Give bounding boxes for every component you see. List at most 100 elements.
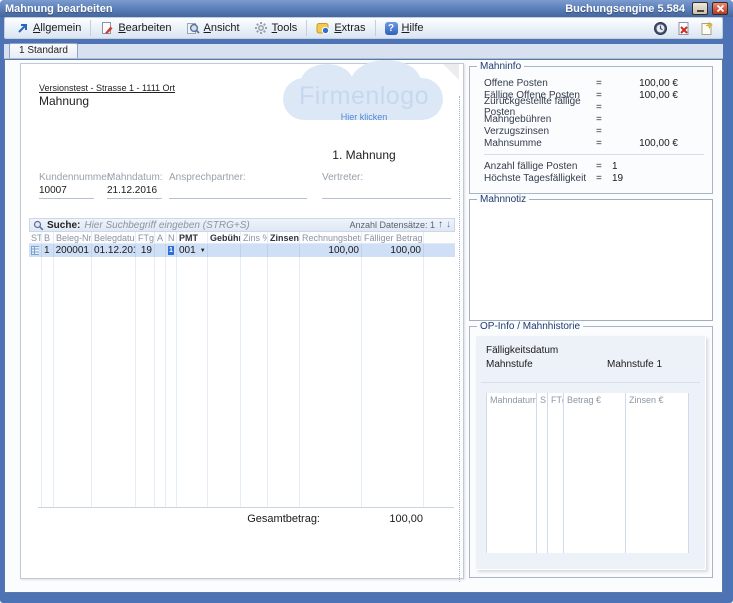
edit-document-icon [100,21,114,35]
total-value: 100,00 [363,513,423,525]
cell-n[interactable]: 1 [166,244,177,257]
mahninfo-panel: Mahninfo Offene Posten = 100,00 € Fällig… [469,66,713,194]
app-window: Mahnung bearbeiten Buchungsengine 5.584 … [0,0,733,603]
col-header-belegdatum[interactable]: Belegdatum [92,232,136,243]
col-header-st[interactable]: ST [29,232,42,243]
main-content: Versionstest - Strasse 1 - 1111 Ort Mahn… [4,59,723,593]
cell-ftg[interactable]: 19 [136,244,155,257]
toolbar-item-tools[interactable]: Tools [247,19,305,37]
toolbar-item-hilfe[interactable]: ? Hilfe [378,19,431,37]
col-header-gebuehr[interactable]: Gebühr € [208,232,241,243]
search-icon [33,220,44,231]
total-row: Gesamtbetrag: 100,00 [21,513,455,525]
cell-b[interactable]: 1 [42,244,54,257]
grid-empty-area[interactable] [29,257,455,508]
op-info-panel: OP-Info / Mahnhistorie Fälligkeitsdatum … [469,326,713,578]
history-col-ftg[interactable]: FTg [548,393,564,553]
clock-icon[interactable] [653,21,668,36]
help-icon: ? [385,22,398,35]
toolbar-item-extras[interactable]: Extras [309,19,372,37]
cell-zinsen[interactable] [268,244,300,257]
ansprechpartner-field[interactable]: Ansprechpartner: [169,172,307,199]
history-col-betrag[interactable]: Betrag € [564,393,626,553]
positions-grid: Suche: Hier Suchbegriff eingeben (STRG+S… [29,218,455,508]
col-header-a[interactable]: A [155,232,166,243]
search-input[interactable]: Hier Suchbegriff eingeben (STRG+S) [84,220,249,231]
col-header-rechnungsbetrag[interactable]: Rechnungsbetrag € [300,232,362,243]
mahninfo-stat-tagesfaelligkeit: Höchste Tagesfälligkeit = 19 [484,172,706,184]
new-document-icon[interactable] [699,21,714,36]
col-header-n[interactable]: N [166,232,177,243]
dropdown-arrow-icon: ▼ [200,248,206,254]
mahndatum-field[interactable]: Mahndatum: 21.12.2016 [107,172,162,199]
header-fields: Kundennummer: 10007 Mahndatum: 21.12.201… [39,172,451,199]
cell-a[interactable] [155,244,166,257]
col-header-ftg[interactable]: FTg [136,232,155,243]
cell-beleg-nr[interactable]: 200001 [54,244,92,257]
cell-pmt-dropdown[interactable]: 001 ▼ [177,244,208,257]
sort-down-icon[interactable]: ↓ [446,220,451,230]
history-col-s[interactable]: S [537,393,548,553]
delete-document-icon[interactable] [676,21,691,36]
mahninfo-row-mahnsumme: Mahnsumme = 100,00 € [484,137,706,149]
mahninfo-row-verzugszinsen: Verzugszinsen = [484,125,706,137]
mahnnotiz-input[interactable] [472,202,710,318]
record-count: Anzahl Datensätze: 1 [349,220,435,230]
page-margin-line [459,96,460,582]
document-type[interactable]: Mahnung [39,94,89,108]
toolbar-item-allgemein[interactable]: Allgemein [9,19,88,37]
magnifier-icon [186,21,200,35]
col-header-faelliger-betrag[interactable]: Fälliger Betrag € [362,232,424,243]
titlebar: Mahnung bearbeiten Buchungsengine 5.584 [0,0,733,17]
main-toolbar: Allgemein Bearbeiten Ansicht Tools Extra… [4,17,723,39]
history-col-mahndatum[interactable]: Mahndatum [486,393,537,553]
logo-placeholder[interactable]: Firmenlogo Hier klicken [273,70,455,134]
col-header-beleg-nr[interactable]: Beleg-Nr. [54,232,92,243]
cell-faelliger-betrag[interactable]: 100,00 [362,244,424,257]
cell-zins-prozent[interactable] [241,244,268,257]
mahninfo-stat-anzahl-posten: Anzahl fällige Posten = 1 [484,160,706,172]
total-label: Gesamtbetrag: [247,513,320,525]
toolbar-item-ansicht[interactable]: Ansicht [179,19,247,37]
table-row[interactable]: 1 200001 01.12.2016 19 1 001 ▼ 100,0 [29,244,455,257]
document-title: 1. Mahnung [273,148,455,162]
sender-line[interactable]: Versionstest - Strasse 1 - 1111 Ort [39,83,175,93]
logo-click-hint[interactable]: Hier klicken [273,112,455,122]
grid-header-row: ST B Beleg-Nr. Belegdatum FTg A N PMT Ge… [29,232,455,244]
toolbar-item-bearbeiten[interactable]: Bearbeiten [93,19,178,37]
minimize-button[interactable] [692,2,708,15]
tab-standard[interactable]: 1 Standard [9,43,78,58]
logo-placeholder-text: Firmenlogo [273,82,455,111]
search-bar: Suche: Hier Suchbegriff eingeben (STRG+S… [29,218,455,232]
col-header-zinsen[interactable]: Zinsen € [268,232,300,243]
mahnnotiz-panel: Mahnnotiz [469,199,713,321]
mahnhistorie-table: Mahndatum S FTg Betrag € Zinsen € [486,393,689,553]
row-detail-cell[interactable] [29,244,42,257]
vertreter-field[interactable]: Vertreter: [322,172,451,199]
cell-rechnungsbetrag[interactable]: 100,00 [300,244,362,257]
search-label: Suche: [47,220,80,231]
kundennummer-field[interactable]: Kundennummer: 10007 [39,172,94,199]
faelligkeitsdatum-label: Fälligkeitsdatum [486,345,558,356]
tab-strip: 1 Standard [4,44,723,59]
gear-icon [254,21,268,35]
mahnstufe-label: Mahnstufe [486,359,533,370]
op-info-card: Fälligkeitsdatum Mahnstufe Mahnstufe 1 M… [476,336,706,570]
mahnstufe-value: Mahnstufe 1 [607,359,662,370]
col-header-pmt[interactable]: PMT [177,232,208,243]
extras-icon [316,21,330,35]
close-button[interactable] [712,2,728,15]
mahninfo-row-mahngebuehren: Mahngebühren = [484,113,706,125]
cell-belegdatum[interactable]: 01.12.2016 [92,244,136,257]
cell-gebuehr[interactable] [208,244,241,257]
arrow-up-right-icon [16,22,29,35]
history-col-zinsen[interactable]: Zinsen € [626,393,689,553]
col-header-zins-prozent[interactable]: Zins % [241,232,268,243]
sort-up-icon[interactable]: ↑ [438,220,443,230]
window-title: Mahnung bearbeiten [5,3,113,15]
app-version: Buchungsengine 5.584 [565,3,685,15]
grid-icon [31,246,39,255]
close-icon [716,4,725,13]
mahninfo-row-zurueckgestellte-posten: Zurückgestellte fällige Posten = [484,101,706,113]
col-header-b[interactable]: B [42,232,54,243]
